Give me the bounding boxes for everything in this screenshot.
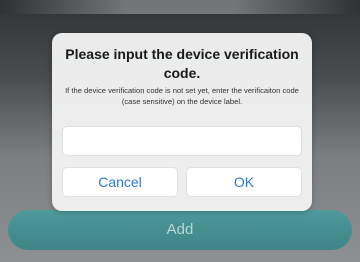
add-button[interactable]: Add [8, 210, 352, 250]
dialog-message: If the device verification code is not s… [65, 86, 299, 106]
verification-code-dialog: Please input the device verification cod… [52, 33, 312, 211]
cancel-button[interactable]: Cancel [62, 167, 178, 197]
background-top-edge [0, 0, 360, 14]
dialog-title: Please input the device verification cod… [65, 46, 299, 81]
ok-button[interactable]: OK [186, 167, 302, 197]
verification-code-input[interactable] [62, 126, 302, 156]
